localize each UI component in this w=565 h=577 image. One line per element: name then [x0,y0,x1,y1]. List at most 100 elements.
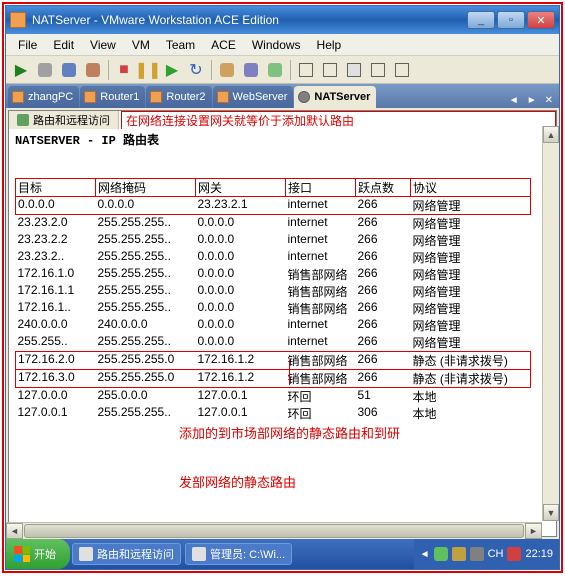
cell: 266 [356,197,411,215]
menu-view[interactable]: View [82,36,124,54]
tool-button[interactable] [34,59,56,81]
tray-icon[interactable] [452,547,466,561]
table-row[interactable]: 23.23.2.2255.255.255..0.0.0.0internet266… [16,232,531,249]
cell: 266 [356,352,411,370]
minimize-button[interactable]: _ [467,11,495,29]
cell: 255.255.255.. [96,232,196,249]
column-header[interactable]: 跃点数 [356,179,411,197]
inner-tab-routing[interactable]: 路由和远程访问 [9,111,119,129]
clock[interactable]: 22:19 [525,548,553,560]
unity-button[interactable] [367,59,389,81]
inner-tab-label: 路由和远程访问 [33,112,110,128]
tray-icon[interactable] [434,547,448,561]
menu-team[interactable]: Team [158,36,203,54]
column-header[interactable]: 目标 [16,179,96,197]
table-row[interactable]: 0.0.0.00.0.0.023.23.2.1internet266网络管理 [16,197,531,215]
table-row[interactable]: 23.23.2..255.255.255..0.0.0.0internet266… [16,249,531,266]
table-row[interactable]: 172.16.1.1255.255.255..0.0.0.0销售部网络266网络… [16,283,531,300]
view-button[interactable] [295,59,317,81]
scroll-left-button[interactable]: ◄ [6,523,23,539]
taskbar-item[interactable]: 路由和远程访问 [72,543,181,565]
column-header[interactable]: 接口 [286,179,356,197]
scrollbar-horizontal[interactable]: ◄ ► [6,522,542,539]
table-row[interactable]: 255.255..255.255.255..0.0.0.0internet266… [16,334,531,352]
language-indicator[interactable]: CH [488,548,504,560]
taskbar-item[interactable]: 管理员: C:\Wi... [185,543,292,565]
cell: 172.16.1.2 [196,370,286,388]
cell: 266 [356,266,411,283]
table-row[interactable]: 172.16.1..255.255.255..0.0.0.0销售部网络266网络… [16,300,531,317]
cell: 255.255.255.0 [96,370,196,388]
fullscreen-button[interactable] [343,59,365,81]
table-row[interactable]: 172.16.1.0255.255.255..0.0.0.0销售部网络266网络… [16,266,531,283]
reset-button[interactable]: ↻ [185,59,207,81]
cell: 销售部网络 [286,266,356,283]
scroll-thumb[interactable] [24,524,524,538]
cell: 0.0.0.0 [196,266,286,283]
column-header[interactable]: 协议 [411,179,531,197]
cell: 255.255.. [16,334,96,352]
tool-button[interactable] [264,59,286,81]
vm-tab-router1[interactable]: Router1 [80,86,145,108]
toolbar: ▶ ■ ❚❚ ▶ ↻ [6,56,559,84]
tab-scroll-right[interactable]: ► [523,93,541,108]
cell: 销售部网络 [286,352,356,370]
annotation-top: 在网络连接设置网关就等价于添加默认路由 [121,111,556,130]
menu-edit[interactable]: Edit [45,36,82,54]
cell: 255.255.255.. [96,283,196,300]
view-button[interactable] [319,59,341,81]
tab-close[interactable]: ✕ [541,93,557,108]
cell: 172.16.1.2 [196,352,286,370]
cell: 网络管理 [411,249,531,266]
column-header[interactable]: 网关 [196,179,286,197]
cell: internet [286,215,356,233]
scroll-up-button[interactable]: ▲ [543,126,559,143]
tab-scroll-left[interactable]: ◄ [505,93,523,108]
cell: 266 [356,300,411,317]
cell: 255.255.255.0 [96,352,196,370]
vm-tab-webserver[interactable]: WebServer [213,86,294,108]
close-button[interactable]: ✕ [527,11,555,29]
pause-button[interactable]: ❚❚ [137,59,159,81]
tool-button[interactable] [240,59,262,81]
tray-expand-icon[interactable]: ◄ [420,549,430,560]
vm-tab-natserver[interactable]: NATServer [294,86,376,108]
table-row[interactable]: 23.23.2.0255.255.255..0.0.0.0internet266… [16,215,531,233]
column-header[interactable]: 网络掩码 [96,179,196,197]
tool-button[interactable] [58,59,80,81]
cell: 266 [356,370,411,388]
vm-screen[interactable]: 路由和远程访问 在网络连接设置网关就等价于添加默认路由 NATSERVER - … [8,110,557,537]
cell: 静态 (非请求拨号) [411,352,531,370]
start-button[interactable]: 开始 [6,539,70,569]
menu-file[interactable]: File [10,36,45,54]
cell: internet [286,317,356,334]
tray-icon[interactable] [470,547,484,561]
vm-tab-zhangpc[interactable]: zhangPC [8,86,79,108]
vm-tab-router2[interactable]: Router2 [146,86,211,108]
maximize-button[interactable]: ▫ [497,11,525,29]
tool-button[interactable] [82,59,104,81]
table-row[interactable]: 240.0.0.0240.0.0.00.0.0.0internet266网络管理 [16,317,531,334]
menu-help[interactable]: Help [309,36,350,54]
routing-icon [17,114,29,126]
menu-vm[interactable]: VM [124,36,158,54]
cell: 0.0.0.0 [196,283,286,300]
stop-button[interactable]: ■ [113,59,135,81]
cell: 网络管理 [411,197,531,215]
system-tray[interactable]: ◄ CH 22:19 [414,539,559,569]
table-row[interactable]: 172.16.3.0255.255.255.0172.16.1.2销售部网络26… [16,370,531,388]
scroll-down-button[interactable]: ▼ [543,504,559,521]
table-row[interactable]: 172.16.2.0255.255.255.0172.16.1.2销售部网络26… [16,352,531,370]
menu-windows[interactable]: Windows [244,36,309,54]
play-button[interactable]: ▶ [161,59,183,81]
tray-icon[interactable] [507,547,521,561]
start-label: 开始 [34,546,56,562]
snapshot-button[interactable] [216,59,238,81]
power-on-button[interactable]: ▶ [10,59,32,81]
tab-label: zhangPC [28,91,73,103]
menu-ace[interactable]: ACE [203,36,244,54]
guest-taskbar: 开始 路由和远程访问管理员: C:\Wi... ◄ CH 22:19 [6,539,559,569]
tool-button[interactable] [391,59,413,81]
scrollbar-vertical[interactable]: ▲ ▼ [542,126,559,521]
scroll-right-button[interactable]: ► [525,523,542,539]
